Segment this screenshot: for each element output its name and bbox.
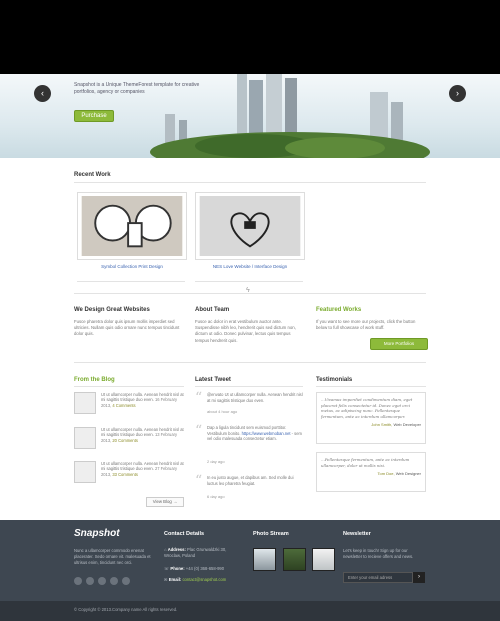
email-link[interactable]: contact@snapshot.com (182, 577, 226, 582)
blog-comments-link[interactable]: 20 Comments (112, 438, 137, 443)
slider-next-button[interactable]: › (449, 85, 466, 102)
newsletter-text: Let's keep in touch! Sign up for our new… (343, 548, 414, 559)
nes-love-image (199, 196, 301, 256)
featured-works-title: Featured Works (316, 307, 362, 313)
tweet-text: In eu justo augue, et dapibus am. Sed mo… (207, 475, 294, 486)
quote-icon: “ (195, 423, 203, 439)
phone-row: ☏ Phone: +44 (0) 368-658-990 (164, 566, 225, 571)
facebook-icon[interactable] (86, 577, 94, 585)
hero-tagline: Snapshot is a Unique ThemeForest templat… (74, 82, 200, 95)
blog-thumb[interactable] (74, 461, 96, 483)
vimeo-icon[interactable] (110, 577, 118, 585)
address-label: Address: (167, 547, 186, 552)
portfolio-caption[interactable]: Symbol Collection Print Design (77, 264, 187, 269)
top-bar (0, 0, 500, 74)
blog-comments-link[interactable]: 4 Comments (112, 403, 135, 408)
testimonial-author: John Smith, (371, 422, 393, 428)
testimonial-author: Tom Doe, (377, 471, 395, 477)
divider (74, 293, 426, 294)
copyright-bar: © Copyright © 2013.Company name All righ… (0, 601, 500, 621)
slider-prev-button[interactable]: ‹ (34, 85, 51, 102)
phone-label: Phone: (170, 566, 185, 571)
testimonial-role: Web Designer (395, 471, 421, 477)
testimonials-title: Testimonials (316, 377, 353, 383)
phone-value: +44 (0) 368-658-990 (185, 566, 225, 571)
tweet-time: 2 day ago (207, 459, 225, 464)
about-team-title: About Team (195, 307, 230, 313)
photo-stream-thumb[interactable] (253, 548, 276, 571)
recent-work-title: Recent Work (74, 172, 111, 178)
blog-thumb[interactable] (74, 392, 96, 414)
footer-about-text: Nunc a ullamcorper commodo enenat placer… (74, 548, 151, 565)
portfolio-caption[interactable]: NES Love Website / Interface Design (195, 264, 305, 269)
tweet-text: @envato Ut ut ullamcorper nulla. Aenean … (207, 392, 303, 403)
quote-icon: “ (195, 390, 203, 406)
hero-slider: Snapshot is a Unique ThemeForest templat… (0, 74, 500, 158)
copyright-text: © Copyright © 2013.Company name All righ… (74, 607, 178, 612)
divider (195, 386, 303, 387)
divider (316, 386, 426, 387)
testimonial-quote: ...Vivamus imperdiet condimentum diam, e… (321, 397, 413, 419)
footer-logo[interactable]: Snapshot (74, 528, 120, 539)
twitter-icon[interactable] (74, 577, 82, 585)
symbol-collection-image (81, 196, 183, 256)
divider (74, 182, 426, 183)
photo-stream-thumb[interactable] (283, 548, 306, 571)
tweet-time: 6 day ago (207, 494, 225, 499)
divider (195, 281, 303, 282)
portfolio-thumb[interactable] (195, 192, 305, 260)
photo-stream-title: Photo Stream (253, 531, 289, 537)
latest-tweet-title: Latest Tweet (195, 377, 231, 383)
tweet-item: “ @envato Ut ut ullamcorper nulla. Aenea… (195, 390, 303, 422)
newsletter-title: Newsletter (343, 531, 371, 537)
email-row: ✉ Email: contact@snapshot.com (164, 577, 227, 582)
page: Snapshot is a Unique ThemeForest templat… (0, 0, 500, 621)
newsletter-email-input[interactable]: Enter your email adress (343, 572, 413, 583)
address-row: ⌂ Address: Plac Grunwaldzki 30, Wroclaw,… (164, 547, 227, 558)
about-team-text: Fusce ac dolor in erat vestibulum auctor… (195, 319, 296, 343)
blog-post[interactable]: Ut ut ullamcorper nulla. Aenean hendrit … (74, 392, 184, 422)
divider (77, 281, 185, 282)
blog-thumb[interactable] (74, 427, 96, 449)
testimonial-role: Web Developer (393, 422, 422, 428)
blog-comments-link[interactable]: 33 Comments (112, 472, 137, 477)
we-design-title: We Design Great Websites (74, 307, 150, 313)
tweet-item: “ Dap a ligula tincidunt sem euismod por… (195, 423, 303, 465)
linkedin-icon[interactable] (122, 577, 130, 585)
tweet-time: about 4 hour ago (207, 409, 238, 414)
more-portfolios-button[interactable]: More Portfolios (370, 338, 428, 350)
photo-stream-thumb[interactable] (312, 548, 335, 571)
testimonial-quote: ...Pellentesque fermentum, ante ac inter… (321, 457, 410, 468)
blog-post[interactable]: Ut ut ullamcorper nulla. Aenean hendrit … (74, 461, 184, 491)
contact-details-title: Contact Details (164, 531, 205, 537)
portfolio-thumb[interactable] (77, 192, 187, 260)
tweet-link[interactable]: https://www.webmoban.net (242, 431, 291, 436)
blog-post[interactable]: Ut ut ullamcorper nulla. Aenean hendrit … (74, 427, 184, 457)
divider (74, 386, 184, 387)
quote-icon: “ (195, 473, 203, 489)
testimonial-card: ...Vivamus imperdiet condimentum diam, e… (316, 392, 426, 444)
purchase-button[interactable]: Purchase (74, 110, 114, 122)
we-design-text: Fusce pharetra dolor quis ipsum mollis i… (74, 319, 180, 337)
tweet-item: “ In eu justo augue, et dapibus am. Sed … (195, 473, 303, 505)
email-label: Email: (168, 577, 182, 582)
from-the-blog-title: From the Blog (74, 377, 115, 383)
divider (74, 362, 426, 363)
view-blog-button[interactable]: View Blog → (146, 497, 184, 507)
testimonial-card: ...Pellentesque fermentum, ante ac inter… (316, 452, 426, 492)
dribbble-icon[interactable] (98, 577, 106, 585)
featured-works-text: If you want to see more our projects, cl… (316, 319, 416, 331)
newsletter-submit-button[interactable]: › (413, 572, 425, 583)
